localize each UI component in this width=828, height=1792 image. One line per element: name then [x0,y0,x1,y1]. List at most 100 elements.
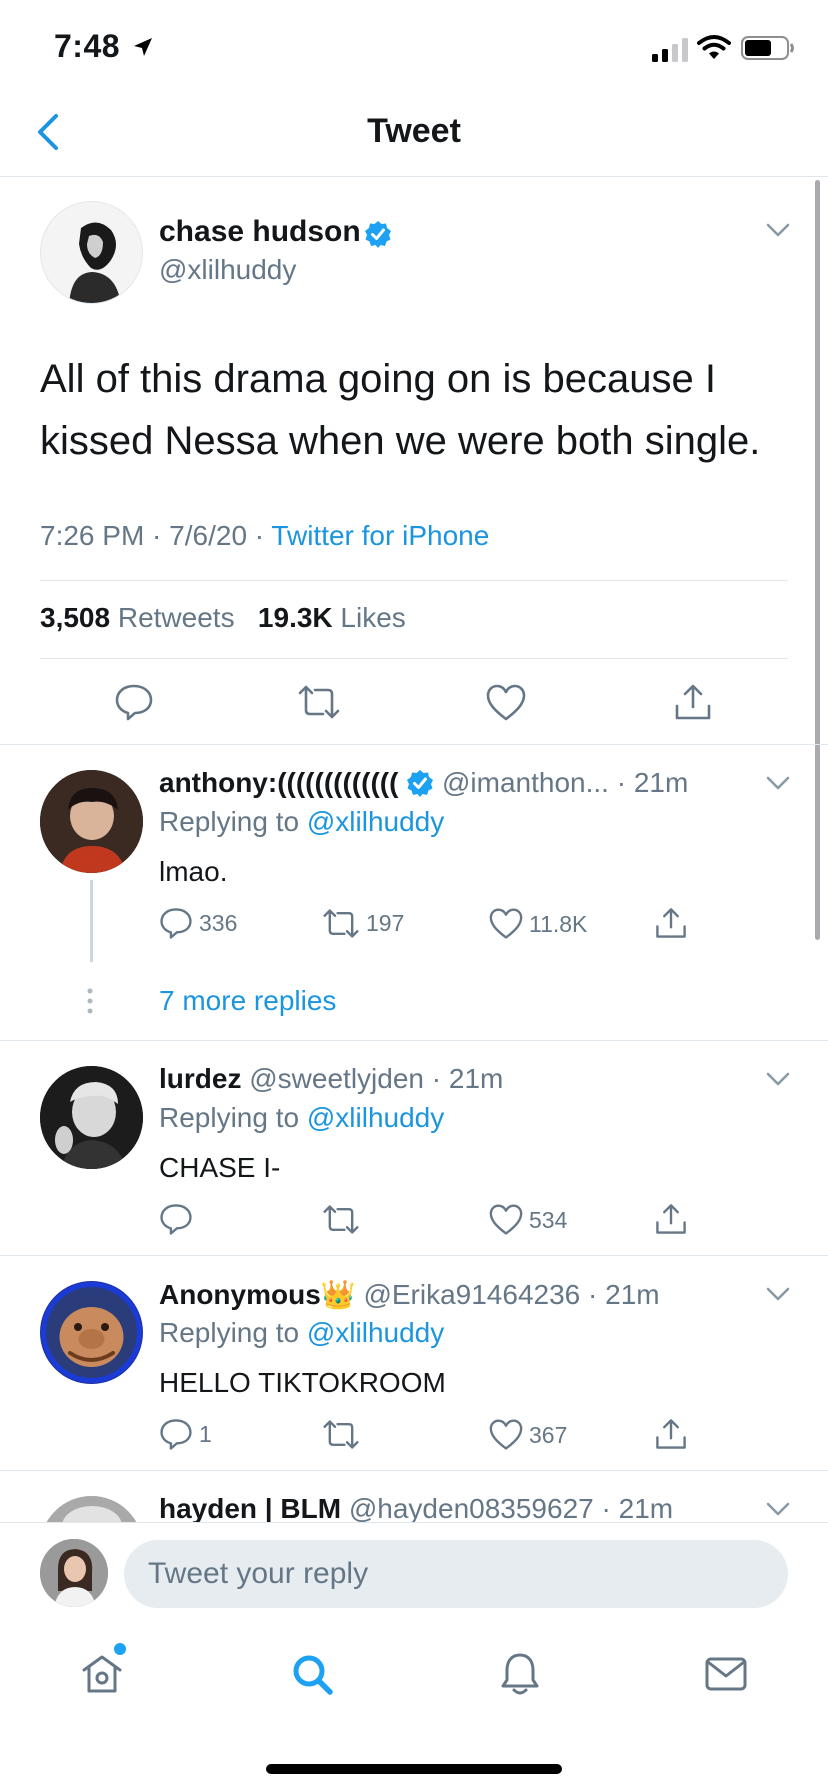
reply-text: HELLO TIKTOKROOM [159,1367,446,1398]
replying-to: Replying to @xlilhuddy [159,1317,444,1349]
signal-icon [652,38,690,62]
share-button[interactable] [654,906,688,940]
reply-author-name[interactable]: Anonymous👑 [159,1279,356,1310]
avatar[interactable] [40,1496,143,1522]
list-item[interactable]: hayden | BLM @hayden08359627 · 21m [0,1471,828,1522]
messages-icon [705,1657,747,1691]
divider [0,1255,828,1256]
divider [0,176,828,177]
tab-search[interactable] [290,1652,334,1696]
reply-input[interactable]: Tweet your reply [124,1540,788,1608]
reply-author-handle[interactable]: @hayden08359627 [349,1493,594,1522]
replying-to-handle[interactable]: @xlilhuddy [307,1102,444,1133]
reply-button[interactable]: 1 [159,1417,212,1451]
page-title: Tweet [367,112,461,150]
scrollbar[interactable] [815,180,820,940]
likes-count: 19.3K [257,602,333,633]
tweet-source-link[interactable]: Twitter for iPhone [271,520,489,551]
reply-button[interactable] [159,1202,199,1236]
reply-button[interactable] [114,682,154,722]
like-button[interactable] [486,684,526,722]
chevron-down-icon[interactable] [766,223,790,237]
like-button[interactable]: 367 [489,1419,567,1451]
like-count: 534 [529,1206,568,1233]
share-button[interactable] [654,1202,688,1236]
avatar[interactable] [40,1281,143,1384]
retweet-count: 197 [366,910,405,936]
retweet-button[interactable] [322,1204,366,1235]
retweets-stat[interactable]: 3,508 Retweets [40,602,235,633]
divider [40,580,788,581]
reply-time: 21m [618,1493,674,1522]
wifi-icon [697,34,731,60]
notifications-icon [501,1653,539,1695]
like-count: 367 [529,1421,568,1448]
verified-badge-icon [364,220,392,248]
tab-notifications[interactable] [498,1651,542,1697]
avatar-image [40,1539,108,1607]
retweet-icon [323,1205,359,1234]
share-icon [675,684,711,720]
avatar-image [69,222,121,303]
chevron-down-icon[interactable] [766,776,790,790]
share-icon [656,908,686,938]
notification-dot [114,1643,126,1655]
retweets-label: Retweets [117,602,235,633]
more-dots-icon [86,988,94,1014]
reply-author-handle[interactable]: @sweetlyjden [249,1063,424,1094]
like-button[interactable]: 534 [489,1204,567,1236]
retweet-button[interactable] [322,1419,366,1450]
replying-to-handle[interactable]: @xlilhuddy [307,806,444,837]
retweet-button[interactable]: 197 [322,908,404,939]
reply-count: 1 [199,1420,212,1447]
author-name[interactable]: chase hudson [159,215,361,249]
reply-icon [115,684,153,721]
share-icon [656,1419,686,1449]
share-button[interactable] [654,1417,688,1451]
chevron-down-icon[interactable] [766,1287,790,1301]
avatar[interactable] [40,1066,143,1169]
replying-to: Replying to @xlilhuddy [159,1102,444,1134]
avatar[interactable] [40,770,143,873]
replying-to-label: Replying to [159,1102,300,1133]
tweet-meta: 7:26 PM · 7/6/20 · Twitter for iPhone [40,520,490,551]
reply-header: anthony:((((((((((((( @imanthon... · 21m [159,767,689,798]
replying-to-label: Replying to [159,806,300,837]
share-icon [656,1204,686,1234]
location-arrow-icon [133,37,153,57]
reply-button[interactable]: 336 [159,906,237,940]
divider [40,658,788,659]
author-handle[interactable]: @xlilhuddy [159,254,296,286]
home-indicator[interactable] [266,1764,562,1774]
home-icon [82,1655,122,1693]
chevron-down-icon[interactable] [766,1502,790,1516]
replying-to: Replying to @xlilhuddy [159,806,444,838]
tab-home[interactable] [80,1652,124,1696]
reply-author-name[interactable]: anthony:((((((((((((( [159,767,398,798]
reply-text: lmao. [159,856,228,887]
like-icon [486,684,526,721]
reply-author-name[interactable]: hayden | BLM [159,1493,341,1522]
avatar-image [40,1496,143,1522]
verified-badge-icon [407,770,434,797]
likes-label: Likes [340,602,406,633]
retweet-button[interactable] [297,684,341,720]
reply-header: lurdez @sweetlyjden · 21m [159,1063,504,1094]
reply-author-handle[interactable]: @Erika91464236 [363,1279,580,1310]
replying-to-handle[interactable]: @xlilhuddy [307,1317,444,1348]
share-button[interactable] [673,682,713,722]
like-button[interactable]: 11.8K [489,908,587,940]
chevron-down-icon[interactable] [766,1072,790,1086]
more-replies-link[interactable]: 7 more replies [159,985,336,1017]
avatar[interactable] [40,201,143,304]
reply-time: 21m [605,1279,660,1310]
avatar-image [40,1066,143,1169]
my-avatar[interactable] [40,1539,108,1607]
like-icon [489,1204,523,1235]
status-time: 7:48 [54,28,121,64]
likes-stat[interactable]: 19.3K Likes [258,602,406,633]
reply-author-handle[interactable]: @imanthon... [442,767,609,798]
battery-icon [741,36,795,60]
reply-author-name[interactable]: lurdez [159,1063,241,1094]
tab-messages[interactable] [704,1654,748,1694]
